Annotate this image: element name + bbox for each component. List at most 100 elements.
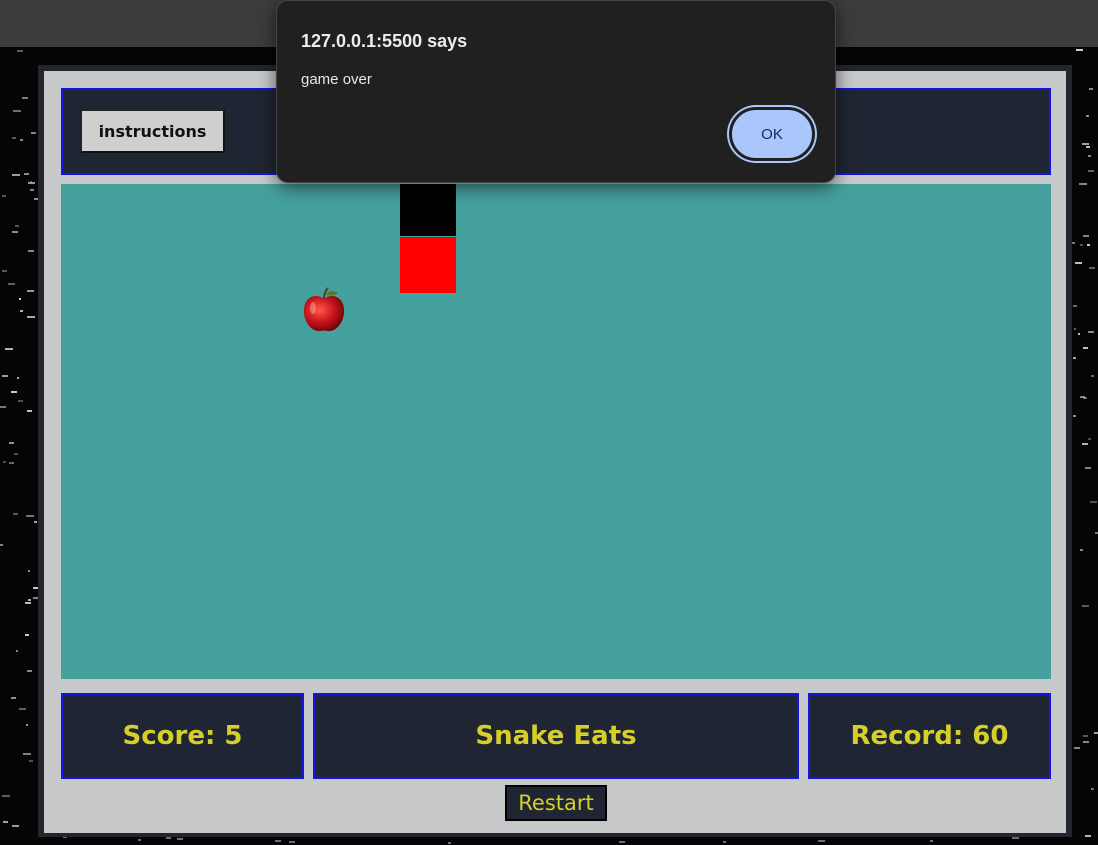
star-streak (12, 137, 16, 139)
star-streak (275, 840, 281, 842)
star-streak (289, 841, 295, 843)
star-streak (1088, 155, 1091, 157)
star-streak (12, 174, 20, 176)
star-streak (1082, 143, 1089, 145)
score-text: Score: 5 (122, 721, 243, 751)
star-streak (17, 50, 23, 52)
star-streak (1072, 242, 1075, 244)
star-streak (31, 132, 36, 134)
star-streak (34, 521, 37, 523)
restart-button[interactable]: Restart (505, 785, 607, 821)
star-streak (18, 400, 23, 402)
star-streak (27, 670, 32, 672)
star-streak (11, 391, 17, 393)
star-streak (15, 225, 19, 227)
star-streak (1080, 549, 1083, 551)
star-streak (1079, 183, 1087, 185)
star-streak (0, 406, 6, 408)
star-streak (2, 195, 6, 197)
star-streak (26, 515, 34, 517)
star-streak (30, 189, 34, 191)
star-streak (1083, 235, 1089, 237)
record-panel: Record: 60 (808, 693, 1051, 779)
star-streak (1073, 305, 1077, 307)
star-streak (448, 842, 451, 844)
ok-button[interactable]: OK (729, 107, 815, 161)
star-streak (1083, 397, 1087, 399)
star-streak (1094, 732, 1098, 734)
star-streak (27, 316, 35, 318)
instructions-button[interactable]: instructions (81, 110, 225, 153)
star-streak (1085, 835, 1091, 837)
star-streak (930, 840, 933, 842)
star-streak (619, 841, 625, 843)
star-streak (177, 838, 183, 840)
star-streak (23, 753, 31, 755)
star-streak (16, 650, 18, 652)
star-streak (13, 110, 21, 112)
star-streak (1088, 170, 1094, 172)
title-panel: Snake Eats (313, 693, 799, 779)
star-streak (27, 290, 34, 292)
star-streak (818, 840, 825, 842)
star-streak (12, 231, 18, 233)
star-streak (9, 442, 14, 444)
star-streak (22, 97, 28, 99)
star-streak (1074, 328, 1076, 330)
star-streak (1089, 267, 1095, 269)
star-streak (28, 570, 30, 572)
star-streak (1076, 49, 1083, 51)
star-streak (1080, 244, 1083, 246)
star-streak (20, 139, 23, 141)
star-streak (1089, 88, 1093, 90)
snake-head (400, 184, 456, 236)
star-streak (1088, 438, 1091, 440)
star-streak (1078, 333, 1080, 335)
star-streak (1082, 443, 1088, 445)
star-streak (24, 173, 29, 175)
star-streak (0, 544, 3, 546)
star-streak (19, 298, 21, 300)
dialog-origin-title: 127.0.0.1:5500 says (301, 31, 468, 51)
star-streak (1073, 415, 1076, 417)
star-streak (1075, 262, 1082, 264)
apple-icon (303, 287, 345, 332)
star-streak (1087, 244, 1090, 246)
star-streak (20, 310, 23, 312)
star-streak (28, 182, 35, 184)
record-text: Record: 60 (850, 721, 1009, 751)
star-streak (166, 837, 171, 839)
star-streak (1012, 837, 1019, 839)
star-streak (5, 348, 13, 350)
star-streak (1086, 146, 1090, 148)
star-streak (27, 410, 32, 412)
star-streak (8, 283, 15, 285)
star-streak (3, 821, 8, 823)
star-streak (1083, 347, 1088, 349)
star-streak (13, 513, 18, 515)
star-streak (25, 634, 29, 636)
star-streak (1085, 467, 1091, 469)
star-streak (2, 270, 7, 272)
star-streak (1091, 788, 1094, 790)
star-streak (1090, 501, 1097, 503)
star-streak (25, 602, 31, 604)
star-streak (1091, 375, 1094, 377)
star-streak (29, 760, 33, 762)
game-board (61, 184, 1051, 679)
alert-dialog: 127.0.0.1:5500 says game over OK (276, 0, 836, 183)
star-streak (1083, 741, 1089, 743)
star-streak (723, 841, 726, 843)
star-streak (1073, 357, 1076, 359)
star-streak (1086, 115, 1089, 117)
star-streak (11, 697, 16, 699)
star-streak (1083, 735, 1088, 737)
star-streak (1074, 747, 1080, 749)
snake-body-segment (400, 237, 456, 293)
star-streak (28, 599, 31, 601)
star-streak (2, 375, 8, 377)
game-title: Snake Eats (475, 721, 637, 751)
dialog-message: game over (301, 71, 372, 88)
star-streak (1088, 331, 1094, 333)
star-streak (9, 462, 14, 464)
